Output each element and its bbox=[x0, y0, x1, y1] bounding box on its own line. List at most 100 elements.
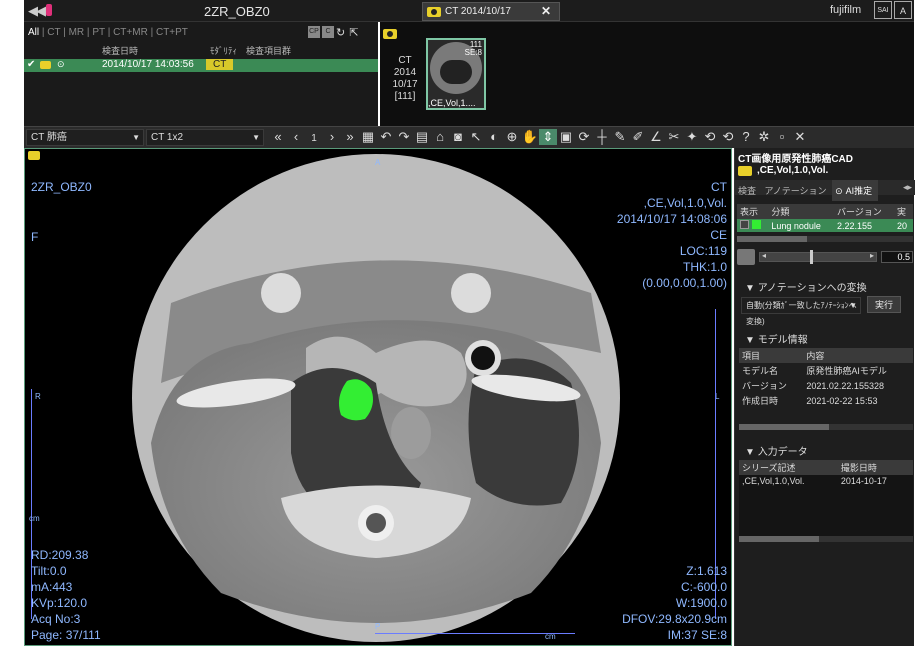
overlay-line: KVp:120.0 bbox=[31, 596, 88, 610]
series-thumbnail[interactable]: 111 SE:8 ,CE,Vol,1.... bbox=[426, 38, 486, 110]
scroll-icon[interactable]: ⇕ bbox=[539, 129, 557, 145]
result-header: 表示 bbox=[740, 207, 759, 217]
next-page-icon[interactable]: › bbox=[323, 129, 341, 144]
window-icon[interactable]: ▫ bbox=[773, 129, 791, 144]
ruler-icon[interactable]: ✎ bbox=[611, 129, 629, 145]
model-table: 項目 内容 モデル名 原発性肺癌AIモデル バージョン 2021.02.22.155… bbox=[739, 348, 913, 408]
grid-icon[interactable]: ▦ bbox=[359, 129, 377, 145]
filter-all[interactable]: All bbox=[28, 27, 39, 38]
filter-pt[interactable]: PT bbox=[92, 27, 105, 38]
threshold-slider[interactable]: ◂ ▸ bbox=[759, 250, 877, 264]
help-icon[interactable]: ? bbox=[737, 129, 755, 144]
tab-exam[interactable]: 検査 bbox=[735, 182, 759, 199]
result-row[interactable]: Lung nodule 2.22.155 20 bbox=[737, 219, 913, 232]
export-icon[interactable]: ⇱ bbox=[349, 26, 358, 39]
eraser-icon[interactable]: ✂ bbox=[665, 129, 683, 145]
annotation-section[interactable]: ▼ アノテーションへの変換 bbox=[745, 279, 867, 294]
redo-icon[interactable]: ↷ bbox=[395, 129, 413, 145]
chevron-down-icon: ▼ bbox=[132, 133, 140, 142]
slider-thumb[interactable] bbox=[810, 250, 813, 264]
stack-icon[interactable]: ▤ bbox=[413, 129, 431, 145]
filter-ct-pt[interactable]: CT+PT bbox=[156, 27, 188, 38]
window-level-icon[interactable]: ◐ bbox=[485, 129, 503, 144]
study-tools: CP C ↻ ⇱ bbox=[308, 26, 362, 39]
camera-icon[interactable]: ◙ bbox=[449, 129, 467, 144]
eye-badge-icon bbox=[427, 7, 441, 17]
model-scrollbar[interactable] bbox=[739, 424, 913, 430]
gear-icon[interactable]: ✲ bbox=[755, 129, 773, 145]
last-page-icon[interactable]: » bbox=[341, 129, 359, 144]
header-exam[interactable]: 検査項目群 bbox=[246, 44, 291, 57]
image-viewer[interactable]: 2ZR_OBZ0 F R cm A P L cm CT ,CE,Vol,1.0,… bbox=[24, 148, 732, 646]
pen-icon[interactable]: ✐ bbox=[629, 129, 647, 145]
tab-arrows-icon[interactable]: ◂▸ bbox=[900, 180, 915, 195]
result-scrollbar[interactable] bbox=[737, 236, 913, 242]
filter-mr[interactable]: MR bbox=[69, 27, 85, 38]
result-extra: 20 bbox=[897, 220, 908, 231]
tag-icon[interactable]: ✦ bbox=[683, 129, 701, 145]
ct-slice-image[interactable] bbox=[131, 153, 621, 643]
filter-ct-mr[interactable]: CT+MR bbox=[113, 27, 148, 38]
series-info-line: 10/17 bbox=[392, 79, 418, 90]
history-icon[interactable]: ⟲ bbox=[701, 129, 719, 145]
angle-icon[interactable]: ∠ bbox=[647, 129, 665, 145]
input-section[interactable]: ▼ 入力データ bbox=[745, 443, 808, 458]
tab-study[interactable]: CT 2014/10/17 ✕ bbox=[422, 2, 560, 21]
modality-badge: CT bbox=[206, 59, 234, 70]
user-name: fujifilm bbox=[830, 4, 862, 16]
threshold-value[interactable]: 0.5 bbox=[881, 251, 913, 263]
series-panel: CT 2014 10/17 [111] 111 SE:8 ,CE,Vol,1..… bbox=[380, 22, 914, 126]
close-tab-icon[interactable]: ✕ bbox=[541, 4, 551, 18]
reset-icon[interactable]: ⟲ bbox=[719, 129, 737, 145]
rotate-icon[interactable]: ⟳ bbox=[575, 129, 593, 145]
c-icon[interactable]: C bbox=[322, 26, 334, 38]
eye-badge-icon bbox=[28, 151, 40, 160]
capture-icon[interactable]: ⌂ bbox=[431, 129, 449, 144]
cp-icon[interactable]: CP bbox=[308, 26, 320, 38]
prev-page-icon[interactable]: ‹ bbox=[287, 129, 305, 144]
header-date[interactable]: 検査日時 bbox=[102, 44, 138, 57]
page-number[interactable]: 1 bbox=[305, 133, 323, 144]
eye-badge-icon bbox=[383, 29, 397, 39]
model-header: 内容 bbox=[806, 351, 825, 361]
input-desc: ,CE,Vol,1.0,Vol. bbox=[742, 476, 805, 486]
slider-left-icon[interactable]: ◂ bbox=[762, 251, 766, 260]
preset-select[interactable]: CT 肺癌 ▼ bbox=[26, 129, 144, 146]
input-header: 撮影日時 bbox=[840, 463, 877, 473]
input-scrollbar[interactable] bbox=[739, 536, 913, 542]
overlay-line: (0.00,0.00,1.00) bbox=[642, 276, 727, 290]
slider-right-icon[interactable]: ▸ bbox=[870, 251, 874, 260]
header-modality[interactable]: ﾓﾀﾞﾘﾃｨ bbox=[210, 44, 237, 57]
cine-icon[interactable]: ▣ bbox=[557, 129, 575, 145]
model-row: バージョン 2021.02.22.155328 bbox=[739, 378, 913, 393]
overlay-left-bottom: RD:209.38 Tilt:0.0 mA:443 KVp:120.0 Acq … bbox=[31, 547, 101, 643]
back-arrows-icon[interactable]: ◀◀ bbox=[28, 3, 46, 19]
pointer-icon[interactable]: ↖ bbox=[467, 129, 485, 145]
model-section[interactable]: ▼ モデル情報 bbox=[745, 331, 808, 346]
overlay-right-bottom: Z:1.613 C:-600.0 W:1900.0 DFOV:29.8x20.9… bbox=[622, 563, 727, 643]
tab-annotation[interactable]: アノテーション bbox=[762, 182, 830, 199]
annotation-select[interactable]: 自動(分類ｶﾞ一致したｱﾉﾃｰｼｮﾝへ変換) ▼ bbox=[741, 297, 861, 326]
study-date: 2014/10/17 14:03:56 bbox=[102, 59, 194, 70]
layout-select[interactable]: CT 1x2 ▼ bbox=[146, 129, 264, 146]
zoom-icon[interactable]: ⊕ bbox=[503, 129, 521, 145]
refresh-icon[interactable]: ↻ bbox=[336, 26, 345, 39]
input-date: 2014-10-17 bbox=[840, 476, 887, 486]
sai-icon[interactable]: SAI bbox=[874, 1, 892, 19]
crosshair-icon[interactable]: ┼ bbox=[593, 129, 611, 144]
lung-icon[interactable] bbox=[737, 249, 755, 265]
overlay-scale-cm: cm bbox=[545, 632, 556, 641]
patient-flag-icon bbox=[46, 4, 52, 16]
pan-icon[interactable]: ✋ bbox=[521, 129, 539, 145]
input-row[interactable]: ,CE,Vol,1.0,Vol. 2014-10-17 bbox=[739, 475, 913, 487]
tab-ai[interactable]: ⊙ AI推定 bbox=[832, 180, 879, 201]
filter-ct[interactable]: CT bbox=[47, 27, 60, 38]
run-button[interactable]: 実行 bbox=[867, 296, 901, 313]
result-visibility[interactable] bbox=[737, 219, 768, 232]
first-page-icon[interactable]: « bbox=[269, 129, 287, 144]
study-row[interactable]: ✔ ⊙ 2014/10/17 14:03:56 CT bbox=[24, 59, 378, 72]
undo-icon[interactable]: ↶ bbox=[377, 129, 395, 145]
layout-value: CT 1x2 bbox=[151, 132, 184, 143]
a-icon[interactable]: A bbox=[894, 1, 912, 19]
close-icon[interactable]: ✕ bbox=[791, 129, 809, 145]
